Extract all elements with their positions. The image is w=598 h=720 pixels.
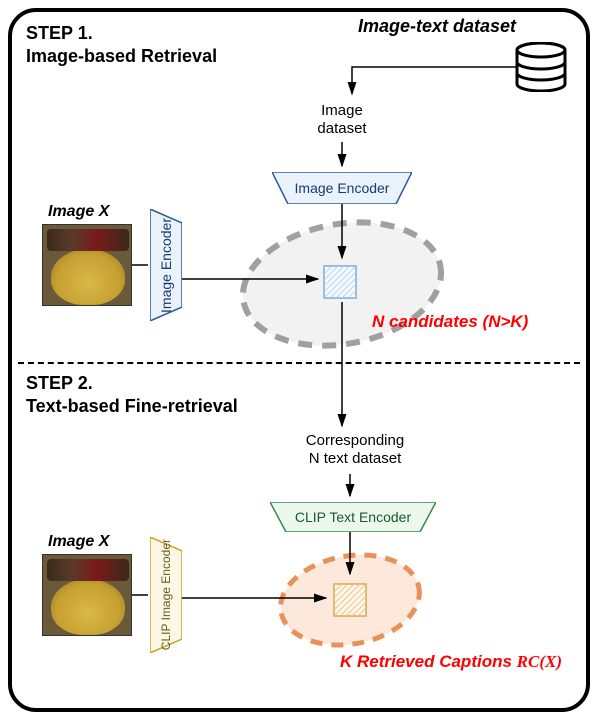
diagram-container: STEP 1. Image-based Retrieval Image-text… [8,8,590,712]
section-divider [18,362,580,364]
image-x-label-2: Image X [48,532,109,551]
k-retrieved-label: K Retrieved Captions RC(X) [340,652,562,672]
step2-title-line1: STEP 2. [26,373,93,393]
k-retrieved-formula: RC(X) [517,652,562,671]
step1-title: STEP 1. Image-based Retrieval [26,22,217,67]
image-dataset-label: Image dataset [302,102,382,138]
step1-title-line1: STEP 1. [26,23,93,43]
dataset-title: Image-text dataset [358,16,516,37]
k-retrieved-text: K Retrieved Captions [340,652,517,671]
database-icon [514,42,568,92]
step1-title-line2: Image-based Retrieval [26,46,217,66]
candidate-center-square [322,264,358,300]
step2-title-line2: Text-based Fine-retrieval [26,396,238,416]
clip-text-encoder-label: CLIP Text Encoder [270,502,436,532]
image-x-label-1: Image X [48,202,109,221]
step2-title: STEP 2. Text-based Fine-retrieval [26,372,238,417]
thumbnail-image-2 [42,554,132,636]
clip-image-encoder-label: CLIP Image Encoder [150,537,182,653]
retrieved-center-square [332,582,368,618]
vertical-image-encoder-label: Image Encoder [150,209,182,321]
thumbnail-image-1 [42,224,132,306]
image-encoder-label: Image Encoder [272,172,412,204]
corresponding-text-label: Corresponding N text dataset [290,432,420,468]
n-candidates-label: N candidates (N>K) [372,312,528,332]
